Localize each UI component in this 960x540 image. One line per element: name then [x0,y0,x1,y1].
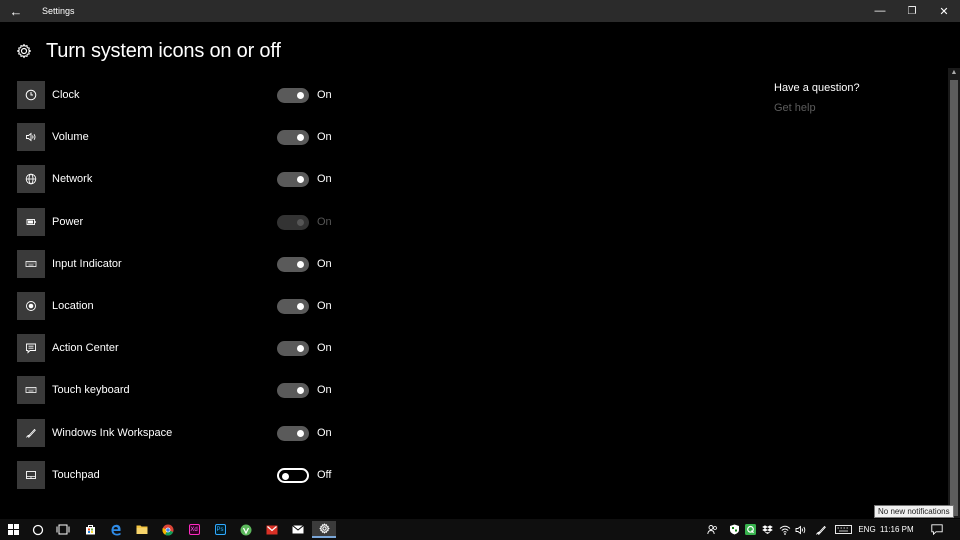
edge-icon[interactable] [104,521,128,538]
toggle-state: On [317,131,332,143]
page-title: Turn system icons on or off [46,39,281,62]
setting-row-touchpad: Touchpad Off [17,461,347,489]
toggle-switch[interactable] [277,468,309,483]
ink-workspace-icon[interactable] [813,519,829,540]
toggle-switch[interactable] [277,299,309,314]
minimize-button[interactable]: — [864,0,896,22]
volume-tray-icon[interactable] [794,519,808,540]
touch-keyboard-icon [17,376,45,404]
mail-icon[interactable] [286,521,310,538]
toggle-switch[interactable] [277,426,309,441]
setting-row-touch-keyboard: Touch keyboard On [17,376,347,404]
setting-label: Clock [52,89,80,101]
setting-row-input-indicator: Input Indicator On [17,250,347,278]
setting-row-network: Network On [17,165,347,193]
pen-icon [17,419,45,447]
toggle-state: On [317,300,332,312]
toggle-switch[interactable] [277,172,309,187]
back-button[interactable]: ← [0,0,32,22]
setting-row-windows-ink: Windows Ink Workspace On [17,419,347,447]
setting-row-location: Location On [17,292,347,320]
network-icon [17,165,45,193]
setting-row-volume: Volume On [17,123,347,151]
toggle-switch[interactable] [277,130,309,145]
toggle-state: On [317,89,332,101]
touch-keyboard-tray-icon[interactable] [832,519,854,540]
page-header: Turn system icons on or off [16,38,281,64]
task-view-icon[interactable] [51,521,75,538]
search-icon[interactable] [26,521,50,538]
setting-label: Network [52,173,93,185]
toggle-state: On [317,342,332,354]
get-help-link[interactable]: Get help [774,102,816,114]
setting-label: Power [52,216,84,228]
window-title: Settings [42,6,75,16]
setting-label: Touch keyboard [52,384,130,396]
gear-icon [16,43,32,59]
setting-row-clock: Clock On [17,81,347,109]
toggle-switch [277,215,309,230]
taskbar: Xd Ps ENG 11:16 PM [0,519,960,540]
settings-icon[interactable] [312,521,336,538]
people-icon[interactable] [704,519,720,540]
keyboard-icon [17,250,45,278]
taskbar-clock[interactable]: 11:16 PM [880,519,914,540]
toggle-state: On [317,384,332,396]
toggle-switch[interactable] [277,383,309,398]
chrome-icon[interactable] [156,521,180,538]
scroll-up-icon[interactable]: ▲ [948,68,960,78]
setting-label: Action Center [52,342,119,354]
scrollbar[interactable]: ▲ [948,68,960,518]
photoshop-icon[interactable]: Ps [208,521,232,538]
setting-label: Windows Ink Workspace [52,427,173,439]
notification-tooltip: No new notifications [874,505,954,518]
scroll-thumb[interactable] [950,80,958,516]
wifi-icon[interactable] [777,519,793,540]
title-bar: ← Settings — ❐ ✕ [0,0,960,22]
language-indicator[interactable]: ENG [856,519,878,540]
start-icon[interactable] [1,521,25,538]
volume-icon [17,123,45,151]
close-button[interactable]: ✕ [928,0,960,22]
toggle-switch[interactable] [277,257,309,272]
setting-label: Volume [52,131,89,143]
toggle-state: On [317,427,332,439]
toggle-state: On [317,216,332,228]
dropbox-icon[interactable] [760,519,774,540]
setting-row-action-center: Action Center On [17,334,347,362]
location-icon [17,292,45,320]
store-icon[interactable] [78,521,102,538]
setting-label: Touchpad [52,469,100,481]
setting-label: Location [52,300,94,312]
restore-button[interactable]: ❐ [896,0,928,22]
clock-icon [17,81,45,109]
app-q-icon[interactable] [743,519,757,540]
action-center-tray-icon[interactable] [927,519,947,540]
xd-icon[interactable]: Xd [182,521,206,538]
touchpad-icon [17,461,45,489]
file-explorer-icon[interactable] [130,521,154,538]
defender-icon[interactable] [726,519,742,540]
action-center-icon [17,334,45,362]
app-green-icon[interactable] [234,521,258,538]
toggle-switch[interactable] [277,88,309,103]
gmail-icon[interactable] [260,521,284,538]
setting-row-power: Power On [17,208,347,236]
battery-icon [17,208,45,236]
toggle-switch[interactable] [277,341,309,356]
setting-label: Input Indicator [52,258,122,270]
toggle-state: On [317,173,332,185]
toggle-state: On [317,258,332,270]
help-question: Have a question? [774,82,860,94]
toggle-state: Off [317,469,332,481]
